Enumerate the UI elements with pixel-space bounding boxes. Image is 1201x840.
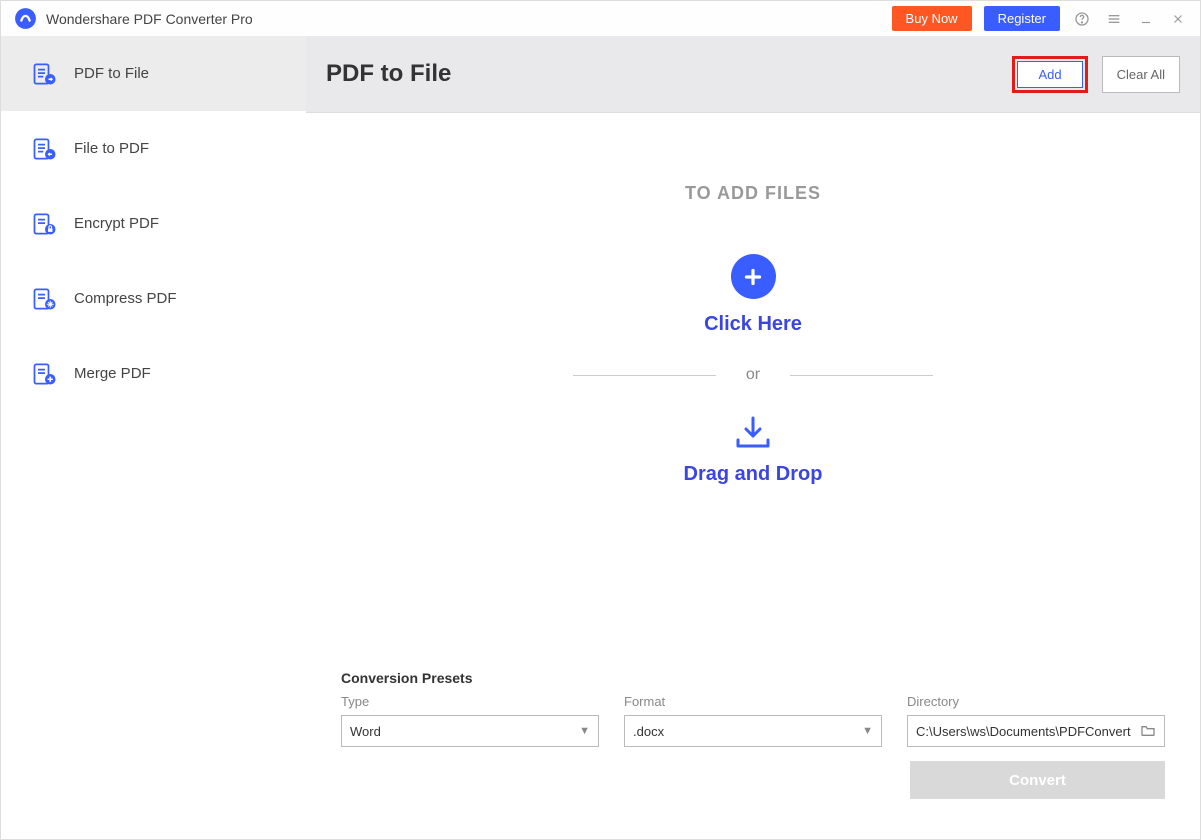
- sidebar-item-label: Encrypt PDF: [74, 215, 159, 232]
- type-label: Type: [341, 694, 599, 709]
- sidebar-item-label: File to PDF: [74, 140, 149, 157]
- add-files-plus-icon[interactable]: [731, 254, 776, 299]
- chevron-down-icon: ▼: [862, 725, 873, 737]
- add-button[interactable]: Add: [1017, 61, 1082, 88]
- presets-title: Conversion Presets: [341, 670, 1165, 686]
- sidebar-item-compress-pdf[interactable]: Compress PDF: [1, 261, 306, 336]
- dropzone[interactable]: TO ADD FILES Click Here or Drag and Drop: [326, 153, 1180, 660]
- drag-and-drop-label: Drag and Drop: [684, 463, 823, 486]
- main: PDF to File Add Clear All TO ADD FILES C…: [306, 36, 1200, 839]
- register-button[interactable]: Register: [984, 6, 1060, 31]
- file-to-pdf-icon: [31, 135, 59, 163]
- page-title: PDF to File: [326, 60, 451, 88]
- pdf-to-file-icon: [31, 60, 59, 88]
- sidebar-item-pdf-to-file[interactable]: PDF to File: [1, 36, 306, 111]
- clear-all-button[interactable]: Clear All: [1102, 56, 1180, 93]
- encrypt-pdf-icon: [31, 210, 59, 238]
- type-value: Word: [350, 724, 381, 739]
- sidebar: PDF to File File to PDF Encrypt PDF Comp…: [1, 36, 306, 839]
- add-button-highlight: Add: [1012, 56, 1087, 93]
- app-logo-icon: [13, 6, 38, 31]
- sidebar-item-label: PDF to File: [74, 65, 149, 82]
- directory-field[interactable]: C:\Users\ws\Documents\PDFConvert: [907, 715, 1165, 747]
- help-icon[interactable]: [1072, 11, 1092, 27]
- convert-button[interactable]: Convert: [910, 761, 1165, 799]
- sidebar-item-file-to-pdf[interactable]: File to PDF: [1, 111, 306, 186]
- titlebar: Wondershare PDF Converter Pro Buy Now Re…: [1, 1, 1200, 36]
- main-header: PDF to File Add Clear All: [306, 36, 1200, 113]
- close-icon[interactable]: [1168, 12, 1188, 26]
- merge-pdf-icon: [31, 360, 59, 388]
- or-divider: or: [573, 366, 933, 384]
- sidebar-item-merge-pdf[interactable]: Merge PDF: [1, 336, 306, 411]
- format-label: Format: [624, 694, 882, 709]
- download-icon: [732, 414, 774, 453]
- content: TO ADD FILES Click Here or Drag and Drop…: [306, 113, 1200, 839]
- folder-icon[interactable]: [1140, 723, 1156, 740]
- sidebar-item-label: Compress PDF: [74, 290, 177, 307]
- chevron-down-icon: ▼: [579, 725, 590, 737]
- format-value: .docx: [633, 724, 664, 739]
- menu-icon[interactable]: [1104, 11, 1124, 27]
- directory-value: C:\Users\ws\Documents\PDFConvert: [916, 724, 1134, 739]
- app-title: Wondershare PDF Converter Pro: [46, 11, 253, 27]
- compress-pdf-icon: [31, 285, 59, 313]
- directory-label: Directory: [907, 694, 1165, 709]
- minimize-icon[interactable]: [1136, 12, 1156, 26]
- sidebar-item-encrypt-pdf[interactable]: Encrypt PDF: [1, 186, 306, 261]
- click-here-label[interactable]: Click Here: [704, 313, 802, 336]
- type-select[interactable]: Word ▼: [341, 715, 599, 747]
- to-add-files-label: TO ADD FILES: [685, 183, 821, 204]
- or-label: or: [746, 366, 760, 384]
- buy-now-button[interactable]: Buy Now: [892, 6, 972, 31]
- format-select[interactable]: .docx ▼: [624, 715, 882, 747]
- sidebar-item-label: Merge PDF: [74, 365, 151, 382]
- conversion-presets: Conversion Presets Type Word ▼ Format .d…: [326, 660, 1180, 819]
